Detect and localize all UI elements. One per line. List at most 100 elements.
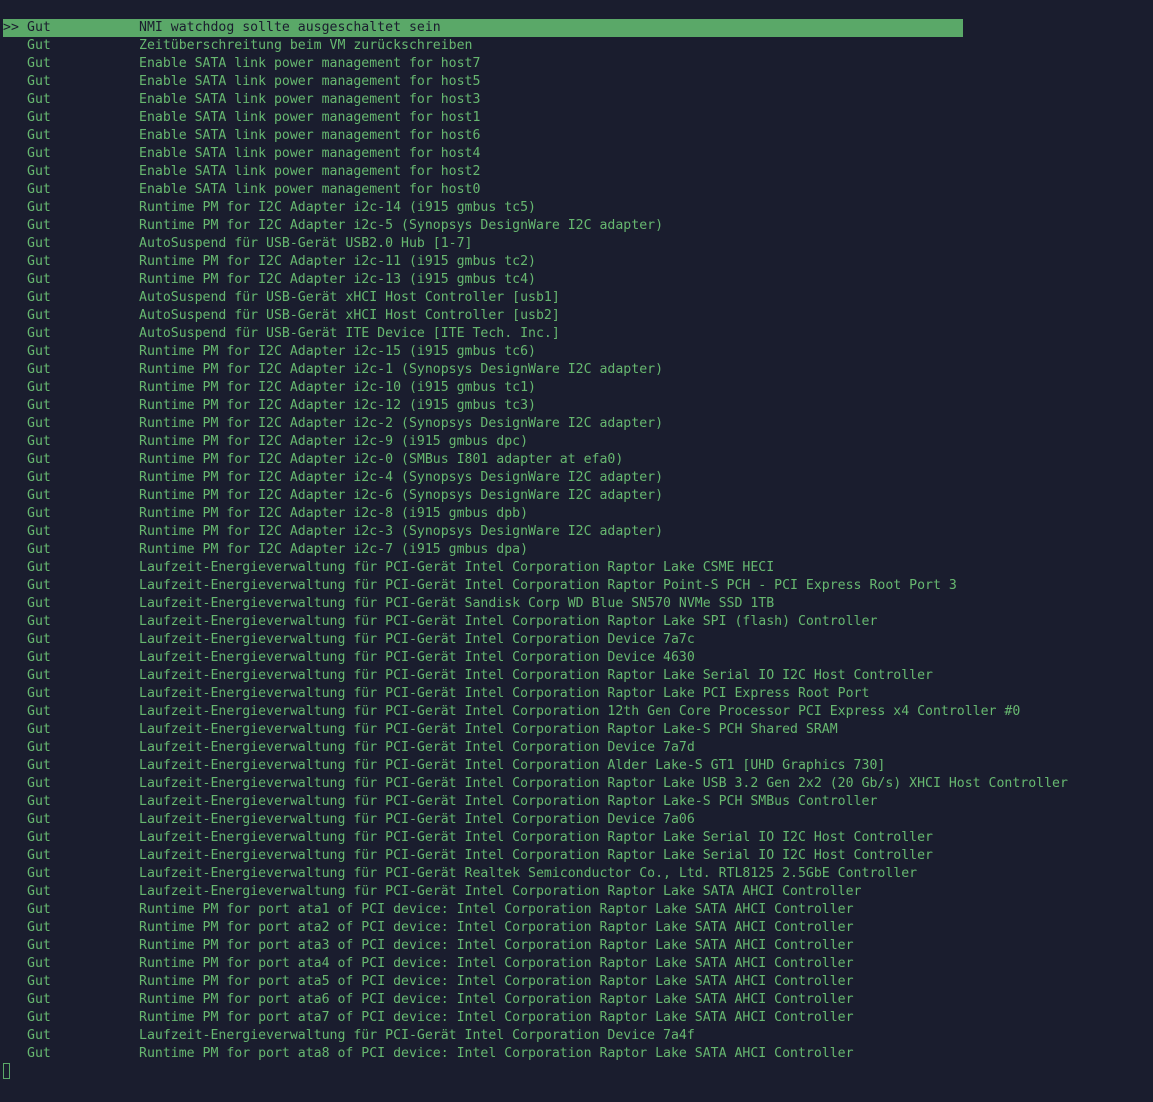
list-item[interactable]: Gut Runtime PM for I2C Adapter i2c-10 (i9… [3, 379, 1151, 397]
list-item[interactable]: Gut Runtime PM for I2C Adapter i2c-2 (Syn… [3, 415, 1151, 433]
list-item[interactable]: Gut Enable SATA link power management for… [3, 73, 1151, 91]
list-item[interactable]: Gut Runtime PM for port ata4 of PCI devic… [3, 955, 1151, 973]
tunable-description: AutoSuspend für USB-Gerät xHCI Host Cont… [139, 290, 560, 305]
list-item[interactable]: Gut Runtime PM for port ata3 of PCI devic… [3, 937, 1151, 955]
tunable-description: Enable SATA link power management for ho… [139, 110, 481, 125]
list-item[interactable]: Gut Laufzeit-Energieverwaltung für PCI-Ge… [3, 649, 1151, 667]
list-item[interactable]: Gut Laufzeit-Energieverwaltung für PCI-Ge… [3, 631, 1151, 649]
status-label: Gut [27, 686, 51, 701]
list-item[interactable]: Gut Runtime PM for I2C Adapter i2c-12 (i9… [3, 397, 1151, 415]
list-item[interactable]: Gut Laufzeit-Energieverwaltung für PCI-Ge… [3, 595, 1151, 613]
status-label: Gut [27, 290, 51, 305]
list-item[interactable]: Gut Enable SATA link power management for… [3, 109, 1151, 127]
list-item[interactable]: Gut Runtime PM for I2C Adapter i2c-7 (i91… [3, 541, 1151, 559]
tunable-description: Laufzeit-Energieverwaltung für PCI-Gerät… [139, 758, 886, 773]
tunable-description: Enable SATA link power management for ho… [139, 56, 481, 71]
list-item[interactable]: Gut Runtime PM for I2C Adapter i2c-1 (Syn… [3, 361, 1151, 379]
list-item[interactable]: Gut Runtime PM for I2C Adapter i2c-13 (i9… [3, 271, 1151, 289]
tunable-description: Laufzeit-Energieverwaltung für PCI-Gerät… [139, 830, 933, 845]
list-item[interactable]: Gut Laufzeit-Energieverwaltung für PCI-Ge… [3, 811, 1151, 829]
list-item[interactable]: Gut Laufzeit-Energieverwaltung für PCI-Ge… [3, 577, 1151, 595]
list-item[interactable]: Gut Laufzeit-Energieverwaltung für PCI-Ge… [3, 883, 1151, 901]
status-label: Gut [27, 416, 51, 431]
status-label: Gut [27, 938, 51, 953]
list-item[interactable]: Gut Runtime PM for I2C Adapter i2c-4 (Syn… [3, 469, 1151, 487]
list-item[interactable]: Gut Enable SATA link power management for… [3, 91, 1151, 109]
list-item[interactable]: Gut Runtime PM for port ata6 of PCI devic… [3, 991, 1151, 1009]
tunable-description: Runtime PM for port ata4 of PCI device: … [139, 956, 854, 971]
list-item[interactable]: Gut Runtime PM for port ata2 of PCI devic… [3, 919, 1151, 937]
list-item[interactable]: Gut Laufzeit-Energieverwaltung für PCI-Ge… [3, 1027, 1151, 1045]
list-item[interactable]: Gut Laufzeit-Energieverwaltung für PCI-Ge… [3, 793, 1151, 811]
list-item[interactable]: Gut Runtime PM for I2C Adapter i2c-3 (Syn… [3, 523, 1151, 541]
list-item[interactable]: Gut Laufzeit-Energieverwaltung für PCI-Ge… [3, 667, 1151, 685]
list-item[interactable]: Gut AutoSuspend für USB-Gerät USB2.0 Hub … [3, 235, 1151, 253]
tunable-description: Runtime PM for I2C Adapter i2c-9 (i915 g… [139, 434, 529, 449]
list-item[interactable]: Gut AutoSuspend für USB-Gerät ITE Device … [3, 325, 1151, 343]
tunable-list: >> Gut NMI watchdog sollte ausgeschaltet s… [3, 19, 1151, 1063]
list-item[interactable]: Gut Laufzeit-Energieverwaltung für PCI-Ge… [3, 721, 1151, 739]
status-label: Gut [27, 1028, 51, 1043]
status-label: Gut [27, 668, 51, 683]
list-item[interactable]: Gut Laufzeit-Energieverwaltung für PCI-Ge… [3, 559, 1151, 577]
tunable-description: Laufzeit-Energieverwaltung für PCI-Gerät… [139, 668, 933, 683]
status-label: Gut [27, 236, 51, 251]
tunable-description: Runtime PM for I2C Adapter i2c-5 (Synops… [139, 218, 664, 233]
list-item[interactable]: Gut Runtime PM for port ata8 of PCI devic… [3, 1045, 1151, 1063]
tunable-description: Laufzeit-Energieverwaltung für PCI-Gerät… [139, 812, 695, 827]
tunable-description: Laufzeit-Energieverwaltung für PCI-Gerät… [139, 614, 878, 629]
list-item[interactable]: Gut Laufzeit-Energieverwaltung für PCI-Ge… [3, 775, 1151, 793]
status-label: Gut [27, 1010, 51, 1025]
list-item[interactable]: Gut Enable SATA link power management for… [3, 181, 1151, 199]
list-item[interactable]: Gut Enable SATA link power management for… [3, 127, 1151, 145]
status-label: Gut [27, 308, 51, 323]
list-item[interactable]: Gut Enable SATA link power management for… [3, 55, 1151, 73]
list-item[interactable]: Gut Laufzeit-Energieverwaltung für PCI-Ge… [3, 865, 1151, 883]
list-item[interactable]: Gut Runtime PM for I2C Adapter i2c-11 (i9… [3, 253, 1151, 271]
status-label: Gut [27, 722, 51, 737]
tunable-description: Runtime PM for I2C Adapter i2c-4 (Synops… [139, 470, 664, 485]
tunable-description: Runtime PM for port ata3 of PCI device: … [139, 938, 854, 953]
list-item[interactable]: Gut Runtime PM for port ata1 of PCI devic… [3, 901, 1151, 919]
list-item[interactable]: Gut Laufzeit-Energieverwaltung für PCI-Ge… [3, 739, 1151, 757]
tunable-description: Runtime PM for port ata8 of PCI device: … [139, 1046, 854, 1061]
status-label: Gut [27, 758, 51, 773]
status-label: Gut [27, 182, 51, 197]
tunable-description: Runtime PM for port ata5 of PCI device: … [139, 974, 854, 989]
list-item[interactable]: Gut Runtime PM for port ata7 of PCI devic… [3, 1009, 1151, 1027]
list-item[interactable]: Gut Runtime PM for I2C Adapter i2c-5 (Syn… [3, 217, 1151, 235]
list-item[interactable]: Gut Laufzeit-Energieverwaltung für PCI-Ge… [3, 613, 1151, 631]
list-item[interactable]: Gut Laufzeit-Energieverwaltung für PCI-Ge… [3, 703, 1151, 721]
list-item[interactable]: Gut Laufzeit-Energieverwaltung für PCI-Ge… [3, 829, 1151, 847]
list-item[interactable]: Gut Zeitüberschreitung beim VM zurückschr… [3, 37, 1151, 55]
tunable-description: Laufzeit-Energieverwaltung für PCI-Gerät… [139, 650, 695, 665]
tunable-description: Runtime PM for port ata6 of PCI device: … [139, 992, 854, 1007]
list-item[interactable]: Gut Runtime PM for I2C Adapter i2c-14 (i9… [3, 199, 1151, 217]
list-item[interactable]: Gut Laufzeit-Energieverwaltung für PCI-Ge… [3, 847, 1151, 865]
tunable-description: Enable SATA link power management for ho… [139, 182, 481, 197]
list-item[interactable]: Gut Runtime PM for I2C Adapter i2c-6 (Syn… [3, 487, 1151, 505]
list-item[interactable]: Gut Runtime PM for I2C Adapter i2c-0 (SMB… [3, 451, 1151, 469]
terminal-window: >> Gut NMI watchdog sollte ausgeschaltet s… [0, 0, 1153, 1102]
status-label: Gut [27, 1046, 51, 1061]
status-label: Gut [27, 920, 51, 935]
list-item[interactable]: Gut Runtime PM for I2C Adapter i2c-9 (i91… [3, 433, 1151, 451]
list-item[interactable]: Gut Enable SATA link power management for… [3, 145, 1151, 163]
list-item[interactable]: Gut Laufzeit-Energieverwaltung für PCI-Ge… [3, 685, 1151, 703]
list-item[interactable]: Gut Runtime PM for port ata5 of PCI devic… [3, 973, 1151, 991]
status-label: Gut [27, 128, 51, 143]
list-item[interactable]: Gut Runtime PM for I2C Adapter i2c-15 (i9… [3, 343, 1151, 361]
list-item[interactable]: Gut Runtime PM for I2C Adapter i2c-8 (i91… [3, 505, 1151, 523]
status-label: Gut [27, 20, 51, 35]
list-item-selected[interactable]: >> Gut NMI watchdog sollte ausgeschaltet s… [3, 19, 963, 37]
status-label: Gut [27, 218, 51, 233]
status-label: Gut [27, 992, 51, 1007]
list-item[interactable]: Gut Laufzeit-Energieverwaltung für PCI-Ge… [3, 757, 1151, 775]
status-label: Gut [27, 740, 51, 755]
list-item[interactable]: Gut Enable SATA link power management for… [3, 163, 1151, 181]
status-label: Gut [27, 956, 51, 971]
terminal-cursor [3, 1063, 10, 1079]
list-item[interactable]: Gut AutoSuspend für USB-Gerät xHCI Host C… [3, 289, 1151, 307]
list-item[interactable]: Gut AutoSuspend für USB-Gerät xHCI Host C… [3, 307, 1151, 325]
status-label: Gut [27, 632, 51, 647]
